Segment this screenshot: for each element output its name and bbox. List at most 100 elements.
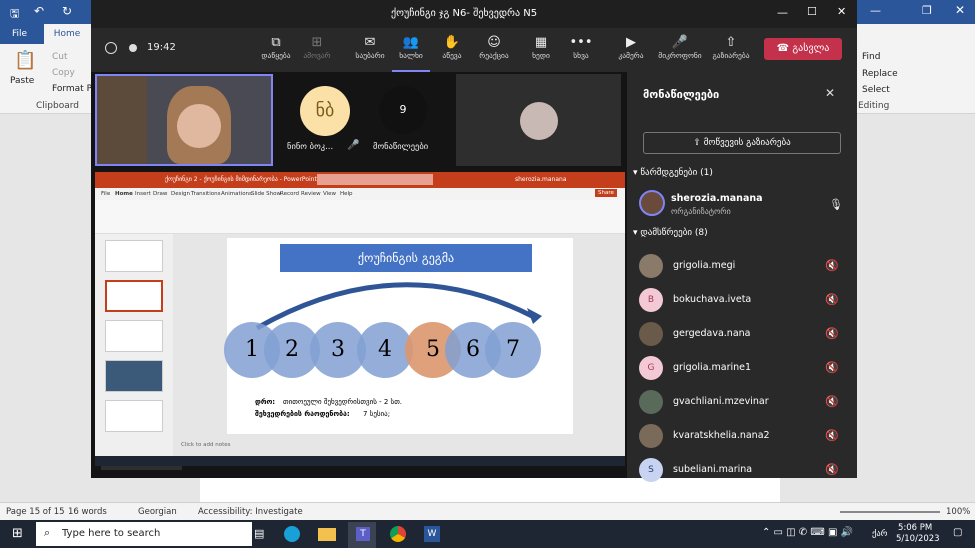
- toolbar-icon: ⊞: [311, 35, 323, 50]
- taskbar-date[interactable]: 5/10/2023: [896, 534, 940, 544]
- step-circle: 7: [485, 322, 541, 378]
- participants-panel-title: მონაწილეები: [643, 88, 720, 101]
- participant-thumbnail: [520, 102, 558, 140]
- undo-icon[interactable]: ↶: [34, 4, 44, 18]
- leave-button[interactable]: ☎ გასვლა: [764, 38, 842, 60]
- system-tray-icons[interactable]: ⌃ ▭ ◫ ✆ ⌨ ▣ 🔊: [762, 527, 853, 538]
- teams-maximize-icon[interactable]: ☐: [807, 5, 817, 18]
- redo-icon[interactable]: ↻: [62, 4, 72, 18]
- participant-face: [177, 104, 221, 148]
- ppt-tab[interactable]: Slide Show: [251, 191, 281, 197]
- ppt-tab[interactable]: File: [101, 191, 110, 197]
- save-icon[interactable]: 🖫: [10, 5, 19, 24]
- count-label: შეხვედრების რაოდენობა:: [255, 410, 350, 418]
- slide-thumbnail[interactable]: [105, 240, 163, 272]
- find-button[interactable]: Find: [862, 52, 880, 62]
- participant-avatar-name: ნინო ბოკ...: [287, 142, 334, 152]
- teams-close-icon[interactable]: ✕: [837, 5, 846, 18]
- editing-group-label: Editing: [858, 101, 890, 111]
- windows-start-icon[interactable]: ⊞: [12, 526, 23, 541]
- ppt-tab[interactable]: Review: [301, 191, 321, 197]
- close-panel-icon[interactable]: ✕: [825, 86, 835, 100]
- toolbar-button-3[interactable]: 👥 ხალხი: [392, 34, 430, 72]
- tab-home[interactable]: Home: [44, 24, 90, 44]
- teams-minimize-icon[interactable]: —: [777, 6, 788, 19]
- notes-placeholder[interactable]: Click to add notes: [181, 442, 230, 448]
- chrome-icon[interactable]: [390, 526, 406, 542]
- word-minimize-icon[interactable]: —: [870, 4, 881, 17]
- ppt-tab[interactable]: Transitions: [191, 191, 220, 197]
- slide-thumbnail[interactable]: [105, 360, 163, 392]
- ppt-tab[interactable]: View: [323, 191, 336, 197]
- ppt-tab[interactable]: Design: [171, 191, 190, 197]
- edge-icon[interactable]: [284, 526, 300, 542]
- page-count[interactable]: Page 15 of 15: [6, 507, 65, 517]
- presenter-video-tile[interactable]: [95, 74, 273, 166]
- paste-button[interactable]: Paste: [10, 76, 34, 86]
- toolbar-button-2[interactable]: ✉ საუბარი: [351, 34, 389, 60]
- mic-off-icon: 🔇: [825, 293, 839, 306]
- mic-off-icon: 🔇: [825, 361, 839, 374]
- toolbar-button-10[interactable]: ⇧ გაზიარება: [707, 34, 755, 60]
- toolbar-button-0[interactable]: ⧉ დაწყება: [257, 34, 295, 60]
- attendee-row[interactable]: grigolia.megi 🔇: [639, 252, 849, 280]
- attendee-name: gergedava.nana: [673, 328, 751, 339]
- ppt-tab[interactable]: Animations: [221, 191, 252, 197]
- zoom-level[interactable]: 100%: [946, 507, 970, 517]
- input-language[interactable]: ქარ: [872, 529, 887, 539]
- video-tile-right[interactable]: [456, 74, 621, 166]
- toolbar-button-4[interactable]: ✋ აწევა: [433, 34, 471, 60]
- shared-powerpoint-screen[interactable]: ქოუჩინგი 2 - ქოუჩინგის მიმდინარეობა - Po…: [95, 172, 625, 466]
- toolbar-label: ხალხი: [399, 51, 423, 60]
- attendee-row[interactable]: gergedava.nana 🔇: [639, 320, 849, 348]
- count-text: 7 სესია;: [363, 410, 391, 418]
- ppt-tab[interactable]: Draw: [153, 191, 167, 197]
- toolbar-button-7[interactable]: ••• სხვა: [562, 34, 600, 60]
- slide-thumbnail[interactable]: [105, 320, 163, 352]
- word-count[interactable]: 16 words: [68, 507, 107, 517]
- zoom-slider[interactable]: [840, 511, 940, 513]
- ppt-share-button[interactable]: Share: [595, 189, 617, 197]
- ppt-tab[interactable]: Insert: [135, 191, 151, 197]
- attendee-row[interactable]: G grigolia.marine1 🔇: [639, 354, 849, 382]
- slide-thumbnail-selected[interactable]: [105, 280, 163, 312]
- toolbar-button-5[interactable]: ☺ რეაქცია: [475, 34, 513, 60]
- word-close-icon[interactable]: ✕: [955, 3, 965, 17]
- presenters-header[interactable]: ▾ წარმდგენები (1): [633, 168, 713, 178]
- attendee-row[interactable]: B bokuchava.iveta 🔇: [639, 286, 849, 314]
- file-explorer-icon[interactable]: [318, 528, 336, 541]
- toolbar-button-8[interactable]: ▶ კამერა: [612, 34, 650, 60]
- word-restore-icon[interactable]: ❐: [922, 4, 932, 17]
- ppt-title-bar: ქოუჩინგი 2 - ქოუჩინგის მიმდინარეობა - Po…: [95, 172, 625, 188]
- others-count-badge[interactable]: 9: [379, 86, 427, 134]
- taskbar-time[interactable]: 5:06 PM: [898, 523, 932, 533]
- notification-icon[interactable]: ▢: [953, 527, 962, 538]
- cut-button[interactable]: Cut: [52, 52, 68, 62]
- accessibility-status[interactable]: Accessibility: Investigate: [198, 507, 303, 517]
- attendee-avatar: B: [639, 288, 663, 312]
- organizer-name[interactable]: sherozia.manana: [671, 193, 763, 204]
- attendee-row[interactable]: gvachliani.mzevinar 🔇: [639, 388, 849, 416]
- replace-button[interactable]: Replace: [862, 69, 898, 79]
- ppt-tab[interactable]: Home: [115, 191, 133, 197]
- attendees-header[interactable]: ▾ დამსწრეები (8): [633, 228, 708, 238]
- ppt-tab[interactable]: Help: [340, 191, 353, 197]
- ppt-search-box[interactable]: [317, 174, 433, 185]
- select-button[interactable]: Select: [862, 85, 890, 95]
- participant-avatar[interactable]: ნბ: [300, 86, 350, 136]
- taskbar-search-box[interactable]: ⌕ Type here to search: [36, 522, 252, 546]
- attendee-row[interactable]: S subeliani.marina 🔇: [639, 456, 849, 484]
- word-taskbar-icon[interactable]: W: [424, 526, 440, 542]
- task-view-icon[interactable]: ▤: [254, 527, 264, 540]
- attendee-row[interactable]: kvaratskhelia.nana2 🔇: [639, 422, 849, 450]
- toolbar-button-6[interactable]: ▦ ხედი: [522, 34, 560, 60]
- language-indicator[interactable]: Georgian: [138, 507, 177, 517]
- copy-button[interactable]: Copy: [52, 68, 75, 78]
- toolbar-button-1[interactable]: ⊞ ამოვარ: [298, 34, 336, 60]
- current-slide[interactable]: ქოუჩინგის გეგმა 1 2 3 4 5 6 7 დრო: თითოე…: [224, 238, 573, 434]
- toolbar-button-9[interactable]: 🎤 მიკროფონი: [655, 34, 705, 60]
- tab-file[interactable]: File: [12, 29, 27, 39]
- slide-thumbnail[interactable]: [105, 400, 163, 432]
- ppt-tab[interactable]: Record: [280, 191, 299, 197]
- share-invite-button[interactable]: ⇪ მოწვევის გაზიარება: [643, 132, 841, 154]
